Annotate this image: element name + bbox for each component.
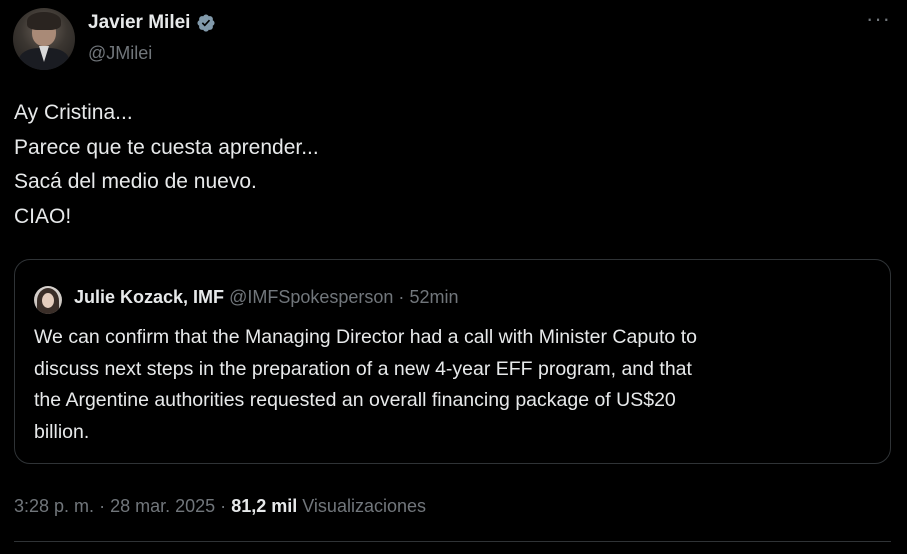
verified-badge-icon: [197, 14, 215, 32]
tweet-date[interactable]: 28 mar. 2025: [110, 496, 215, 516]
meta-separator: ·: [220, 496, 227, 516]
tweet-time[interactable]: 3:28 p. m.: [14, 496, 94, 516]
quoted-line: billion.: [34, 420, 90, 443]
more-icon[interactable]: ···: [866, 6, 891, 32]
quoted-line: We can confirm that the Managing Directo…: [34, 326, 697, 348]
author-name[interactable]: Javier Milei: [88, 12, 190, 34]
tweet-line: Sacá del medio de nuevo.: [14, 170, 257, 193]
meta-separator: ·: [99, 496, 106, 516]
author-handle[interactable]: @JMilei: [88, 43, 152, 64]
quoted-header: Julie Kozack, IMF @IMFSpokesperson · 52m…: [74, 287, 458, 308]
views-count[interactable]: 81,2 mil: [231, 496, 297, 516]
tweet-line: Parece que te cuesta aprender...: [14, 135, 319, 159]
tweet: Javier Milei @JMilei ··· Ay Cristina... …: [0, 0, 907, 554]
quoted-line: discuss next steps in the preparation of…: [34, 357, 692, 380]
quoted-author-name[interactable]: Julie Kozack, IMF: [74, 287, 224, 307]
quoted-separator: ·: [398, 287, 405, 307]
tweet-line: CIAO!: [14, 204, 72, 228]
tweet-meta: 3:28 p. m. · 28 mar. 2025 · 81,2 mil Vis…: [14, 496, 426, 517]
divider: [14, 541, 891, 542]
quoted-tweet[interactable]: Julie Kozack, IMF @IMFSpokesperson · 52m…: [14, 259, 891, 464]
author-avatar[interactable]: [13, 8, 75, 70]
quoted-author-handle[interactable]: @IMFSpokesperson: [229, 287, 393, 307]
quoted-author-avatar[interactable]: [34, 286, 62, 314]
quoted-line: the Argentine authorities requested an o…: [34, 389, 676, 411]
tweet-text: Ay Cristina... Parece que te cuesta apre…: [14, 96, 319, 234]
quoted-timestamp[interactable]: 52min: [409, 287, 458, 307]
author-name-row[interactable]: Javier Milei: [88, 12, 216, 34]
quoted-avatar-face: [42, 293, 54, 308]
quoted-text: We can confirm that the Managing Directo…: [34, 322, 874, 448]
avatar-hair: [27, 12, 61, 30]
tweet-line: Ay Cristina...: [14, 101, 133, 124]
views-label: Visualizaciones: [302, 496, 426, 516]
